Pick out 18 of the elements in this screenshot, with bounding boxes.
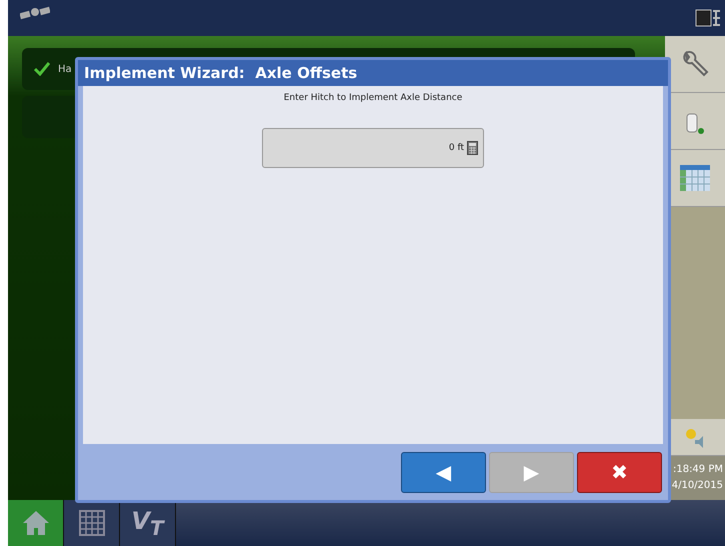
item-label: Ha bbox=[58, 64, 72, 74]
settings-button[interactable] bbox=[665, 36, 725, 93]
grid-tab[interactable] bbox=[64, 500, 120, 546]
calculator-icon bbox=[467, 141, 478, 155]
home-tab[interactable] bbox=[8, 500, 64, 546]
cancel-button[interactable]: ✖ bbox=[577, 452, 662, 492]
dialog-title: Implement Wizard: Axle Offsets bbox=[78, 60, 668, 86]
satellite-icon bbox=[20, 6, 50, 20]
table-icon bbox=[680, 165, 710, 191]
back-button[interactable]: ◀ bbox=[401, 452, 486, 492]
home-icon bbox=[22, 510, 50, 536]
prompt-text: Enter Hitch to Implement Axle Distance bbox=[284, 93, 462, 103]
distance-field[interactable]: 0 ft bbox=[262, 128, 484, 168]
time-text: :18:49 PM bbox=[672, 463, 723, 477]
date-text: 4/10/2015 bbox=[672, 479, 723, 493]
screen-layout-icon[interactable] bbox=[695, 9, 721, 27]
grid-icon bbox=[78, 510, 104, 536]
vt-tab[interactable]: V$_{T}$ bbox=[120, 500, 176, 546]
